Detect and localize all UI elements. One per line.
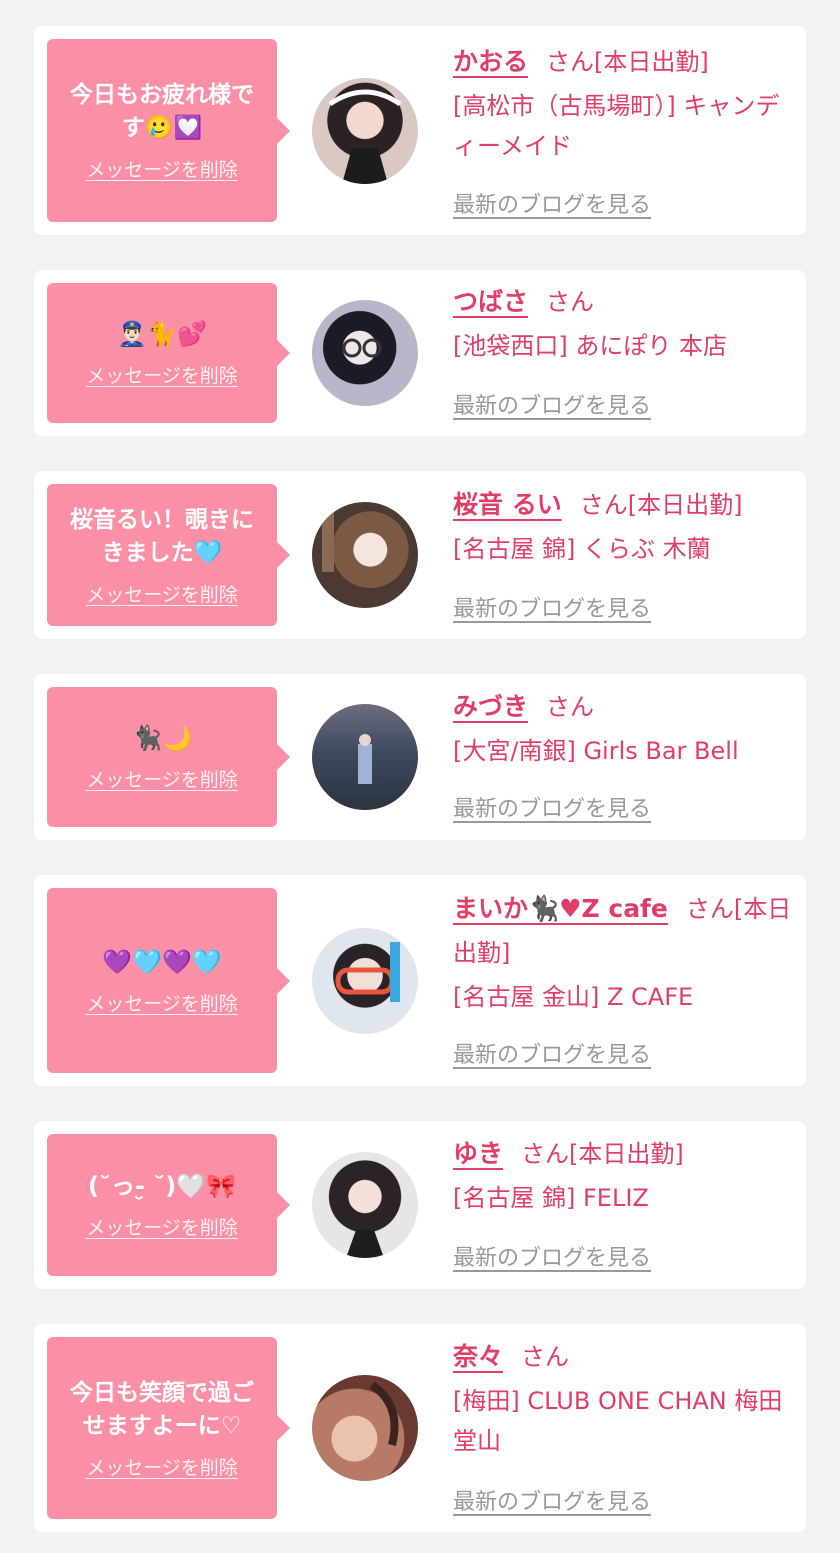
- shop-name: [梅田] CLUB ONE CHAN 梅田堂山: [453, 1387, 783, 1455]
- avatar[interactable]: [312, 1375, 418, 1481]
- san-label: さん: [546, 693, 595, 721]
- message-card: 💜🩵💜🩵 メッセージを削除 まいか🐈‍⬛♥Z cafe さん[本日出勤] [名古屋…: [34, 875, 806, 1086]
- san-label: さん: [521, 1140, 570, 1168]
- message-text: 🐈‍⬛🌙: [132, 724, 192, 752]
- san-label: さん: [546, 48, 595, 76]
- message-text: 💜🩵💜🩵: [102, 947, 222, 976]
- blog-link[interactable]: 最新のブログを見る: [453, 187, 651, 219]
- girl-name-link[interactable]: つばさ: [453, 287, 528, 316]
- san-label: さん: [579, 491, 628, 519]
- message-text: (˘っ-̮ ˘)🤍🎀: [87, 1172, 237, 1200]
- avatar-photo: [346, 1230, 384, 1258]
- avatar[interactable]: [312, 502, 418, 608]
- message-bubble: 今日もお疲れ様です🥲💟 メッセージを削除: [47, 39, 290, 222]
- girl-name-link[interactable]: ゆき: [453, 1139, 503, 1168]
- blog-link[interactable]: 最新のブログを見る: [453, 1240, 651, 1272]
- avatar-photo: [358, 734, 372, 784]
- shop-name: [名古屋 錦] くらぶ 木蘭: [453, 535, 711, 563]
- girl-info: まいか🐈‍⬛♥Z cafe さん[本日出勤] [名古屋 金山] Z CAFE: [453, 887, 793, 1019]
- avatar[interactable]: [312, 704, 418, 810]
- blog-link[interactable]: 最新のブログを見る: [453, 1484, 651, 1516]
- girl-info: かおる さん[本日出勤] [高松市（古馬場町）] キャンディーメイド: [453, 40, 793, 166]
- status-badge: [本日出勤]: [569, 1140, 684, 1168]
- san-label: さん: [521, 1343, 570, 1371]
- shop-name: [高松市（古馬場町）] キャンディーメイド: [453, 92, 780, 160]
- message-bubble: 👮🏻‍♂️🐈💕 メッセージを削除: [47, 283, 290, 423]
- avatar-photo: [369, 1381, 399, 1446]
- girl-info: みづき さん [大宮/南銀] Girls Bar Bell: [453, 685, 793, 773]
- delete-message-link[interactable]: メッセージを削除: [86, 361, 238, 388]
- message-text: 桜音るい！覗きにきました🩵: [70, 506, 254, 566]
- girl-name-link[interactable]: 奈々: [453, 1342, 503, 1371]
- girl-info: 奈々 さん [梅田] CLUB ONE CHAN 梅田堂山: [453, 1335, 793, 1461]
- message-text: 今日もお疲れ様です🥲💟: [70, 82, 254, 141]
- shop-name: [池袋西口] あにぽり 本店: [453, 332, 727, 360]
- blog-link[interactable]: 最新のブログを見る: [453, 1037, 651, 1069]
- message-bubble: 桜音るい！覗きにきました🩵 メッセージを削除: [47, 484, 290, 626]
- shop-name: [名古屋 錦] FELIZ: [453, 1184, 649, 1212]
- message-card: (˘っ-̮ ˘)🤍🎀 メッセージを削除 ゆき さん[本日出勤] [名古屋 錦] F…: [34, 1121, 806, 1289]
- message-bubble: (˘っ-̮ ˘)🤍🎀 メッセージを削除: [47, 1134, 290, 1276]
- avatar-photo: [342, 338, 382, 358]
- avatar[interactable]: [312, 300, 418, 406]
- san-label: さん: [685, 895, 734, 923]
- girl-name-link[interactable]: かおる: [453, 47, 528, 76]
- blog-link[interactable]: 最新のブログを見る: [453, 388, 651, 420]
- avatar-photo: [322, 512, 334, 572]
- girl-name-link[interactable]: 桜音 るい: [453, 490, 562, 519]
- girl-info: つばさ さん [池袋西口] あにぽり 本店: [453, 280, 793, 368]
- avatar[interactable]: [312, 78, 418, 184]
- delete-message-link[interactable]: メッセージを削除: [86, 989, 238, 1016]
- blog-link[interactable]: 最新のブログを見る: [453, 791, 651, 823]
- message-bubble: 🐈‍⬛🌙 メッセージを削除: [47, 687, 290, 827]
- status-badge: [本日出勤]: [627, 491, 743, 519]
- message-card: 桜音るい！覗きにきました🩵 メッセージを削除 桜音 るい さん[本日出勤] [名古…: [34, 471, 806, 639]
- blog-link[interactable]: 最新のブログを見る: [453, 591, 651, 623]
- message-card: 👮🏻‍♂️🐈💕 メッセージを削除 つばさ さん [池袋西口] あにぽり 本店 最新…: [34, 270, 806, 436]
- shop-name: [名古屋 金山] Z CAFE: [453, 983, 694, 1011]
- san-label: さん: [546, 288, 595, 316]
- avatar-photo: [335, 942, 400, 1002]
- message-card: 今日もお疲れ様です🥲💟 メッセージを削除 かおる さん[本日出勤] [高松市（古馬…: [34, 26, 806, 235]
- status-badge: [本日出勤]: [594, 48, 709, 76]
- message-text: 👮🏻‍♂️🐈💕: [117, 320, 207, 348]
- girl-name-link[interactable]: みづき: [453, 692, 528, 721]
- avatar-photo: [328, 89, 402, 184]
- message-bubble: 💜🩵💜🩵 メッセージを削除: [47, 888, 290, 1073]
- girl-info: 桜音 るい さん[本日出勤] [名古屋 錦] くらぶ 木蘭: [453, 483, 793, 571]
- avatar[interactable]: [312, 1152, 418, 1258]
- delete-message-link[interactable]: メッセージを削除: [86, 155, 238, 182]
- message-card: 🐈‍⬛🌙 メッセージを削除 みづき さん [大宮/南銀] Girls Bar Be…: [34, 674, 806, 840]
- girl-name-link[interactable]: まいか🐈‍⬛♥Z cafe: [453, 894, 668, 923]
- shop-name: [大宮/南銀] Girls Bar Bell: [453, 737, 739, 765]
- delete-message-link[interactable]: メッセージを削除: [86, 1453, 238, 1480]
- message-bubble: 今日も笑顔で過ごせますよーに♡ メッセージを削除: [47, 1337, 290, 1519]
- delete-message-link[interactable]: メッセージを削除: [86, 580, 238, 607]
- delete-message-link[interactable]: メッセージを削除: [86, 765, 238, 792]
- message-card: 今日も笑顔で過ごせますよーに♡ メッセージを削除 奈々 さん [梅田] CLUB …: [34, 1324, 806, 1532]
- delete-message-link[interactable]: メッセージを削除: [86, 1213, 238, 1240]
- girl-info: ゆき さん[本日出勤] [名古屋 錦] FELIZ: [453, 1132, 793, 1220]
- avatar[interactable]: [312, 928, 418, 1034]
- message-text: 今日も笑顔で過ごせますよーに♡: [70, 1379, 254, 1439]
